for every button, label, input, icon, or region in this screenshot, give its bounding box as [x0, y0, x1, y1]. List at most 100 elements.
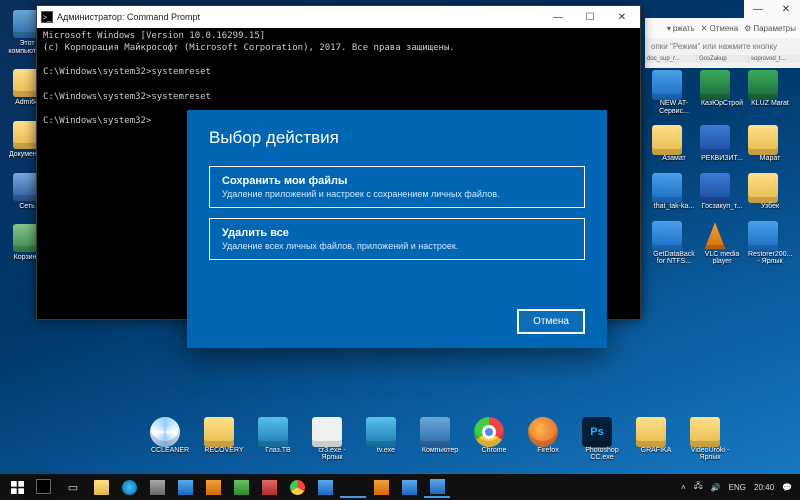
- desktop-icon[interactable]: GRAFIKA: [636, 417, 676, 462]
- system-reset-dialog: Выбор действия Сохранить мои файлы Удале…: [187, 110, 607, 348]
- desktop-icon[interactable]: Компьютер: [420, 417, 460, 462]
- desktop-icon-label: CCLEANER: [150, 447, 190, 455]
- desktop-icon[interactable]: cr3.exe - Ярлык: [312, 417, 352, 462]
- option-remove-all[interactable]: Удалить все Удаление всех личных файлов,…: [209, 218, 585, 260]
- ps-icon: Ps: [582, 417, 612, 447]
- desktop-icon-label: KLUZ Marat: [748, 100, 792, 108]
- desktop-icon-label: Азамат: [652, 155, 696, 163]
- background-app-window: ▾ ржать ✕ Отмена ⚙ Параметры опки "Режим…: [645, 18, 800, 68]
- taskbar-app[interactable]: [396, 476, 422, 498]
- taskbar: 🔍 ▭ ˄ 🖧 🔊 ENG 20:40 💬: [0, 474, 800, 500]
- desktop-icon[interactable]: VideoUroki - Ярлык: [690, 417, 730, 462]
- disc-icon: [150, 417, 180, 447]
- desktop-icon[interactable]: Госзакуп_т...: [700, 173, 744, 211]
- desktop-icon-label: Restorer200... - Ярлык: [748, 251, 792, 266]
- desktop-icon-label: Сеть: [19, 203, 35, 211]
- task-view-icon[interactable]: ▭: [60, 476, 86, 498]
- tv-icon: [366, 417, 396, 447]
- desktop-icon[interactable]: Chrome: [474, 417, 514, 462]
- bg-tabs: doc_sup_r... GosZakup soprovod_t...: [645, 55, 800, 63]
- bgwin-close[interactable]: ✕: [772, 0, 800, 18]
- cmd-close[interactable]: ✕: [608, 8, 636, 26]
- taskbar-app[interactable]: [200, 476, 226, 498]
- desktop-icon-label: VLC media player: [700, 251, 744, 266]
- excel-icon: [700, 70, 730, 100]
- desktop-icon[interactable]: tv.exe: [366, 417, 406, 462]
- option-remove-title: Удалить все: [222, 227, 572, 239]
- desktop-icon-label: RECOVERY: [204, 447, 244, 455]
- folder-icon: [748, 125, 778, 155]
- bg-undo[interactable]: ✕ Отмена: [701, 24, 738, 33]
- blue-icon: [652, 173, 682, 203]
- taskbar-app[interactable]: [368, 476, 394, 498]
- desktop-icon-label: GRAFIKA: [636, 447, 676, 455]
- blue-icon: [652, 221, 682, 251]
- taskbar-word[interactable]: [424, 476, 450, 498]
- desktop-icon[interactable]: VLC media player: [700, 221, 744, 266]
- desktop-icon-label: that_tak-ka...: [652, 203, 696, 211]
- desktop-icon-label: КазЮрСтрой: [700, 100, 744, 108]
- desktop-icon-label: Компьютер: [420, 447, 460, 455]
- bg-settings[interactable]: ⚙ Параметры: [744, 24, 796, 33]
- desktop-icon[interactable]: Узбек: [748, 173, 792, 211]
- desktop-icon[interactable]: РЕКВИЗИТ...: [700, 125, 744, 163]
- tray-notifications-icon[interactable]: 💬: [782, 483, 792, 492]
- desktop-icon-label: NEW AT-Сервис...: [652, 100, 696, 115]
- firefox-icon: [528, 417, 558, 447]
- desktop-icon-label: Глаз.ТВ: [258, 447, 298, 455]
- folder-icon: [652, 125, 682, 155]
- desktop-icon[interactable]: Restorer200... - Ярлык: [748, 221, 792, 266]
- desktop-icon-label: Узбек: [748, 203, 792, 211]
- desktop-icon[interactable]: Марат: [748, 125, 792, 163]
- tray-volume-icon[interactable]: 🔊: [711, 483, 721, 492]
- cmd-minimize[interactable]: —: [544, 8, 572, 26]
- cmd-maximize[interactable]: ☐: [576, 8, 604, 26]
- desktop-icon[interactable]: Firefox: [528, 417, 568, 462]
- blue-icon: [748, 221, 778, 251]
- desktop-icon[interactable]: GetDataBack for NTFS...: [652, 221, 696, 266]
- blue-icon: [652, 70, 682, 100]
- taskbar-app[interactable]: [172, 476, 198, 498]
- bg-tab[interactable]: GosZakup: [697, 55, 748, 63]
- option-keep-files[interactable]: Сохранить мои файлы Удаление приложений …: [209, 166, 585, 208]
- taskbar-explorer[interactable]: [88, 476, 114, 498]
- desktop-icon-label: cr3.exe - Ярлык: [312, 447, 352, 462]
- desktop-icon[interactable]: CCLEANER: [150, 417, 190, 462]
- desktop-icon-label: GetDataBack for NTFS...: [652, 251, 696, 266]
- desktop-icon[interactable]: RECOVERY: [204, 417, 244, 462]
- bgwin-minimize[interactable]: —: [744, 0, 772, 18]
- desktop-icon[interactable]: Глаз.ТВ: [258, 417, 298, 462]
- tray-chevron-icon[interactable]: ˄: [681, 483, 686, 492]
- pc-icon: [420, 417, 450, 447]
- taskbar-app[interactable]: [312, 476, 338, 498]
- desktop-icon-label: Госзакуп_т...: [700, 203, 744, 211]
- desktop-icon-label: Firefox: [528, 447, 568, 455]
- bg-tab[interactable]: doc_sup_r...: [645, 55, 696, 63]
- start-button[interactable]: [4, 476, 30, 498]
- desktop-icon[interactable]: КазЮрСтрой: [700, 70, 744, 115]
- taskbar-app[interactable]: [144, 476, 170, 498]
- folder-icon: [690, 417, 720, 447]
- desktop-icon[interactable]: PsPhotoshop CC.exe: [582, 417, 622, 462]
- tray-clock[interactable]: 20:40: [754, 483, 774, 492]
- tray-language[interactable]: ENG: [729, 483, 746, 492]
- desktop-icon-label: VideoUroki - Ярлык: [690, 447, 730, 462]
- taskbar-app[interactable]: [256, 476, 282, 498]
- folder-icon: [748, 173, 778, 203]
- desktop-icon[interactable]: NEW AT-Сервис...: [652, 70, 696, 115]
- taskbar-chrome[interactable]: [284, 476, 310, 498]
- option-remove-desc: Удаление всех личных файлов, приложений …: [222, 241, 572, 251]
- desktop-icon-label: tv.exe: [366, 447, 406, 455]
- taskbar-cmd[interactable]: [340, 476, 366, 498]
- system-tray: ˄ 🖧 🔊 ENG 20:40 💬: [681, 480, 796, 494]
- cancel-button[interactable]: Отмена: [517, 309, 585, 334]
- bg-tab[interactable]: soprovod_t...: [749, 55, 800, 63]
- taskbar-edge[interactable]: [116, 476, 142, 498]
- taskbar-app[interactable]: [228, 476, 254, 498]
- bg-keep[interactable]: ▾ ржать: [667, 24, 695, 33]
- desktop-icon[interactable]: that_tak-ka...: [652, 173, 696, 211]
- desktop-icon[interactable]: Азамат: [652, 125, 696, 163]
- cmd-titlebar[interactable]: >_ Администратор: Command Prompt — ☐ ✕: [37, 6, 640, 28]
- desktop-icon[interactable]: KLUZ Marat: [748, 70, 792, 115]
- tray-network-icon[interactable]: 🖧: [694, 480, 703, 494]
